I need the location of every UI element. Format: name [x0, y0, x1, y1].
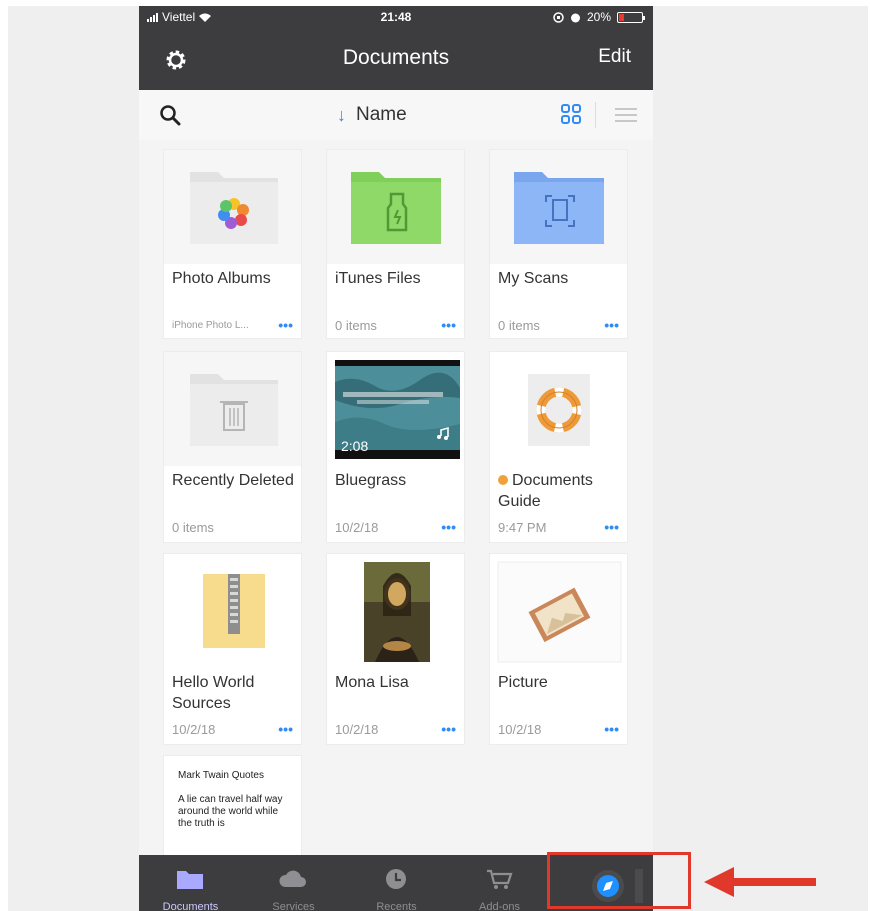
- picture-file-icon: [490, 554, 627, 668]
- tab-recents[interactable]: Recents: [345, 855, 448, 911]
- orientation-lock-icon: [553, 11, 564, 23]
- more-options-icon[interactable]: •••: [278, 317, 293, 333]
- battery-percent: 20%: [586, 10, 611, 24]
- tab-label: Documents: [162, 901, 219, 911]
- sort-label: Name: [356, 104, 407, 125]
- trash-folder-icon: [164, 352, 301, 466]
- grid-item-photo-albums[interactable]: Photo Albums iPhone Photo L... •••: [163, 149, 302, 339]
- preview-body: A lie can travel half way around the wor…: [178, 794, 283, 829]
- grid-item-bluegrass[interactable]: 2:08 Bluegrass 10/2/18 •••: [326, 351, 465, 543]
- status-bar: Viettel 21:48 20%: [139, 6, 653, 28]
- more-options-icon[interactable]: •••: [278, 721, 293, 737]
- item-name-text: Documents Guide: [498, 472, 593, 510]
- folder-icon: [177, 871, 203, 889]
- item-name: Mona Lisa: [335, 674, 409, 691]
- item-name: Documents Guide: [498, 470, 622, 512]
- nav-bar: Documents Edit: [139, 28, 653, 90]
- item-meta: 0 items: [172, 520, 214, 535]
- tab-services[interactable]: Services: [242, 855, 345, 911]
- more-options-icon[interactable]: •••: [604, 721, 619, 737]
- clock-icon: [386, 869, 406, 889]
- grid-item-picture[interactable]: Picture 10/2/18 •••: [489, 553, 628, 745]
- tab-documents[interactable]: Documents: [139, 855, 242, 911]
- item-name: iTunes Files: [335, 270, 421, 287]
- preview-title: Mark Twain Quotes: [178, 770, 264, 781]
- scans-folder-icon: [490, 150, 627, 264]
- item-meta: 9:47 PM: [498, 520, 547, 535]
- cloud-icon: [279, 870, 306, 887]
- lifebuoy-icon: [490, 352, 627, 466]
- tab-label: Add-ons: [479, 901, 520, 911]
- grid-item-mark-twain-quotes[interactable]: Mark Twain Quotes A lie can travel half …: [163, 755, 302, 865]
- item-name: Recently Deleted: [172, 472, 294, 489]
- annotation-arrow-icon: [704, 867, 816, 897]
- grid-item-itunes-files[interactable]: iTunes Files 0 items •••: [326, 149, 465, 339]
- item-name: Bluegrass: [335, 472, 407, 489]
- itunes-folder-icon: [327, 150, 464, 264]
- zip-file-icon: [164, 554, 301, 668]
- more-options-icon[interactable]: •••: [604, 519, 619, 535]
- video-thumbnail: 2:08: [327, 352, 464, 466]
- alarm-icon: [570, 13, 580, 22]
- more-options-icon[interactable]: •••: [604, 317, 619, 333]
- video-duration: 2:08: [341, 438, 369, 454]
- photos-folder-icon: [164, 150, 301, 264]
- item-name: Picture: [498, 674, 548, 691]
- grid-item-recently-deleted[interactable]: Recently Deleted 0 items: [163, 351, 302, 543]
- more-options-icon[interactable]: •••: [441, 721, 456, 737]
- toolbar: ↓ Name: [139, 90, 653, 140]
- tab-label: Services: [272, 901, 315, 911]
- item-name: Photo Albums: [172, 270, 271, 287]
- list-view-icon[interactable]: [615, 107, 637, 123]
- grid-item-documents-guide[interactable]: Documents Guide 9:47 PM •••: [489, 351, 628, 543]
- item-name: My Scans: [498, 270, 569, 287]
- item-meta: 0 items: [498, 318, 540, 333]
- item-meta: 10/2/18: [335, 722, 379, 737]
- grid-view-icon[interactable]: [561, 104, 581, 124]
- page-title: Documents: [342, 46, 450, 69]
- sort-arrow-icon: ↓: [337, 104, 346, 125]
- grid-item-my-scans[interactable]: My Scans 0 items •••: [489, 149, 628, 339]
- item-meta: 0 items: [335, 318, 377, 333]
- more-options-icon[interactable]: •••: [441, 317, 456, 333]
- tab-label: Recents: [376, 901, 417, 911]
- status-right: 20%: [553, 10, 645, 24]
- grid-item-hello-world-sources[interactable]: Hello World Sources 10/2/18 •••: [163, 553, 302, 745]
- more-options-icon[interactable]: •••: [441, 519, 456, 535]
- battery-icon: [617, 11, 645, 23]
- annotation-highlight-box: [547, 852, 691, 909]
- item-meta: 10/2/18: [172, 722, 216, 737]
- item-meta: 10/2/18: [498, 722, 542, 737]
- tab-add-ons[interactable]: Add-ons: [448, 855, 551, 911]
- item-name: Hello World Sources: [172, 674, 255, 712]
- image-thumbnail: [327, 554, 464, 668]
- item-meta: iPhone Photo L...: [172, 320, 249, 331]
- unread-dot: [498, 475, 508, 485]
- phone-screen: Viettel 21:48 20% Documents Edit ↓ Name: [139, 6, 653, 911]
- cart-icon: [487, 869, 513, 889]
- search-icon[interactable]: [159, 104, 181, 126]
- sort-button[interactable]: ↓ Name: [337, 104, 407, 126]
- grid-item-mona-lisa[interactable]: Mona Lisa 10/2/18 •••: [326, 553, 465, 745]
- view-toggle-divider: [595, 102, 596, 128]
- item-meta: 10/2/18: [335, 520, 379, 535]
- edit-button[interactable]: Edit: [598, 46, 631, 68]
- text-preview: Mark Twain Quotes A lie can travel half …: [178, 770, 290, 830]
